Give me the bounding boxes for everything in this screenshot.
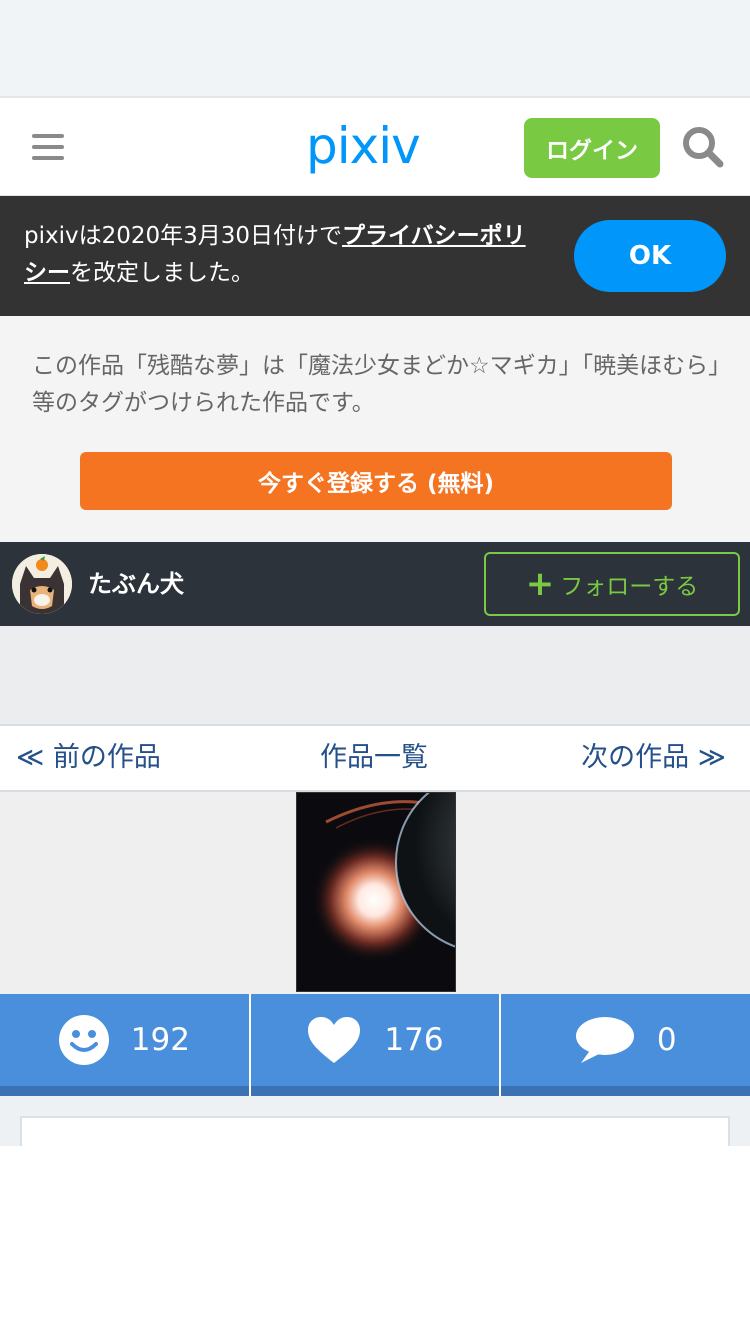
card-body (0, 1146, 750, 1334)
pixiv-logo[interactable]: pixiv (306, 116, 421, 176)
top-spacer (0, 0, 750, 98)
privacy-notice: pixivは2020年3月30日付けでプライバシーポリシーを改定しました。 OK (0, 196, 750, 316)
ok-button[interactable]: OK (574, 220, 726, 292)
follow-button[interactable]: + フォローする (484, 552, 740, 616)
ad-space (0, 626, 750, 726)
work-intro: この作品「残酷な夢」は「魔法少女まどか☆マギカ」「暁美ほむら」等のタグがつけられ… (0, 316, 750, 542)
next-work-link[interactable]: 次の作品 ≫ (581, 740, 726, 776)
artwork-thumbnail[interactable] (296, 792, 456, 992)
card-frame (20, 1116, 730, 1146)
comments-count: 0 (656, 1022, 677, 1058)
work-list-link[interactable]: 作品一覧 (320, 740, 428, 776)
heart-icon (308, 1017, 361, 1063)
login-button[interactable]: ログイン (524, 118, 660, 178)
likes-stat[interactable]: 176 (250, 994, 500, 1096)
views-count: 192 (130, 1022, 190, 1058)
work-pager: ≪ 前の作品 作品一覧 次の作品 ≫ (0, 726, 750, 792)
work-description: この作品「残酷な夢」は「魔法少女まどか☆マギカ」「暁美ほむら」等のタグがつけられ… (32, 353, 720, 416)
notice-text: pixivは2020年3月30日付けでプライバシーポリシーを改定しました。 (24, 223, 526, 286)
menu-icon[interactable] (32, 134, 64, 160)
stats-bar: 192 176 0 (0, 994, 750, 1096)
prev-work-link[interactable]: ≪ 前の作品 (16, 740, 161, 776)
avatar[interactable] (12, 554, 72, 614)
follow-label: フォローする (560, 574, 699, 600)
comment-icon (575, 1017, 634, 1063)
user-bar: たぶん犬 + フォローする (0, 542, 750, 626)
plus-icon: + (525, 564, 555, 604)
smile-icon (58, 1015, 109, 1065)
comments-stat[interactable]: 0 (501, 994, 750, 1096)
likes-count: 176 (384, 1022, 444, 1058)
register-button[interactable]: 今すぐ登録する (無料) (80, 452, 672, 510)
artwork-area (0, 792, 750, 994)
views-stat[interactable]: 192 (0, 994, 249, 1096)
content-card (0, 1116, 750, 1334)
username[interactable]: たぶん犬 (88, 564, 184, 604)
search-icon[interactable] (682, 126, 724, 168)
site-header: pixiv ログイン (0, 98, 750, 196)
